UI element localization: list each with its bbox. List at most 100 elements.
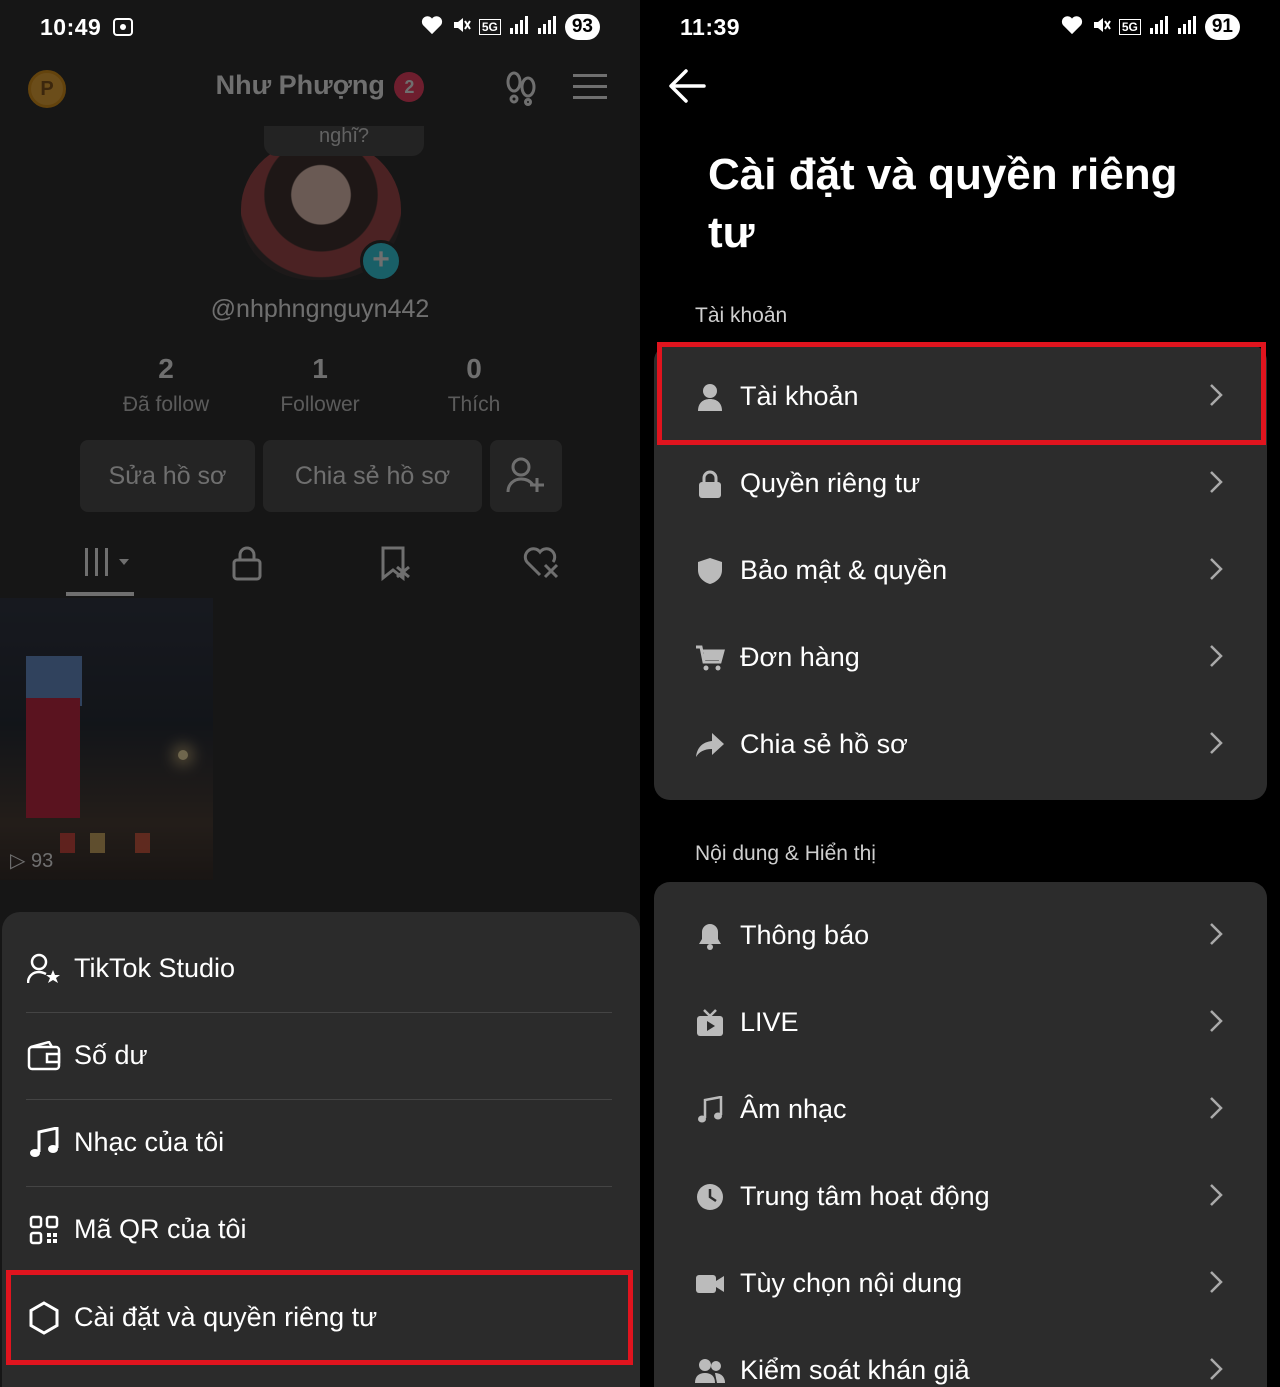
menu-item-my-qr-code[interactable]: Mã QR của tôi — [26, 1186, 612, 1273]
menu-item-label: Nhạc của tôi — [74, 1127, 225, 1157]
menu-icon[interactable] — [573, 72, 607, 107]
content-settings-card: Thông báo LIVE Âm nhạc Trung tâm hoạt độ… — [654, 882, 1267, 1387]
tab-private-lock-icon[interactable] — [231, 545, 263, 586]
chevron-right-icon — [1209, 1270, 1223, 1299]
chevron-right-icon — [1209, 557, 1223, 586]
view-count: ▷ 93 — [10, 848, 53, 873]
street-lamp — [178, 750, 188, 760]
settings-row-label: Chia sẻ hồ sơ — [740, 729, 908, 759]
footprints-icon[interactable] — [503, 70, 539, 111]
status-time: 11:39 — [680, 14, 741, 40]
settings-row-audience-controls[interactable]: Kiểm soát khán giả — [654, 1327, 1267, 1387]
stat-label: Thích — [447, 393, 501, 416]
active-tab-indicator — [66, 592, 134, 596]
settings-row-share-profile[interactable]: Chia sẻ hồ sơ — [654, 701, 1267, 788]
chevron-right-icon — [1209, 731, 1223, 760]
profile-name-text: Như Phượng — [215, 70, 385, 100]
5g-icon: 5G — [1118, 19, 1141, 35]
back-arrow-icon[interactable] — [668, 68, 706, 109]
settings-row-label: Đơn hàng — [740, 642, 860, 672]
page-title: Cài đặt và quyền riêng tư — [708, 150, 1178, 257]
music-note-icon — [695, 1095, 725, 1125]
signal-icon — [1149, 15, 1169, 39]
add-friend-button[interactable] — [490, 440, 562, 512]
add-story-button[interactable]: + — [360, 240, 402, 282]
menu-item-tiktok-studio[interactable]: TikTok Studio — [26, 925, 612, 1012]
battery-level: 91 — [1204, 14, 1240, 40]
menu-item-label: Số dư — [74, 1040, 148, 1070]
clock-icon — [695, 1182, 725, 1212]
status-bar: 11:39 5G 91 — [640, 0, 1280, 56]
stat-likes[interactable]: 0 Thích — [399, 353, 549, 417]
music-note-icon — [26, 1125, 62, 1161]
qr-code-icon — [26, 1212, 62, 1248]
settings-row-label: Tùy chọn nội dung — [740, 1268, 963, 1298]
settings-row-notifications[interactable]: Thông báo — [654, 892, 1267, 979]
settings-row-privacy[interactable]: Quyền riêng tư — [654, 440, 1267, 527]
share-profile-button[interactable]: Chia sẻ hồ sơ — [263, 440, 482, 512]
menu-item-label: Mã QR của tôi — [74, 1214, 247, 1244]
account-count-badge: 2 — [394, 71, 425, 102]
settings-row-label: Kiểm soát khán giả — [740, 1355, 970, 1385]
status-icons: 5G 91 — [1061, 14, 1240, 40]
signal-icon — [1177, 15, 1197, 39]
settings-row-label: LIVE — [740, 1007, 799, 1037]
settings-row-security[interactable]: Bảo mật & quyền — [654, 527, 1267, 614]
highlight-box-settings — [6, 1270, 633, 1365]
chevron-right-icon — [1209, 1096, 1223, 1125]
menu-item-balance[interactable]: Số dư — [26, 1012, 612, 1099]
view-count-number: 93 — [30, 850, 54, 872]
chevron-right-icon — [1209, 1009, 1223, 1038]
tab-videos-grid-icon[interactable] — [83, 545, 131, 584]
profile-screen: 10:49 5G 93 P Như Phượng 2 nghĩ? + @nhph… — [0, 0, 640, 1387]
chevron-right-icon — [1209, 470, 1223, 499]
heart-icon — [1061, 15, 1083, 40]
highlight-box-account — [657, 342, 1266, 445]
share-arrow-icon — [695, 730, 725, 760]
add-person-icon — [506, 457, 546, 500]
chevron-right-icon — [1209, 1183, 1223, 1212]
person-star-icon — [26, 951, 62, 987]
chevron-right-icon — [1209, 1357, 1223, 1386]
profile-name[interactable]: Như Phượng 2 — [0, 70, 640, 102]
username-handle: @nhphngnguyn442 — [210, 295, 430, 323]
chevron-right-icon — [1209, 644, 1223, 673]
play-icon: ▷ — [10, 850, 26, 872]
stat-label: Follower — [280, 393, 360, 416]
cart-icon — [695, 643, 725, 673]
tab-reposts-icon[interactable] — [379, 545, 413, 586]
stat-following[interactable]: 2 Đã follow — [91, 353, 241, 417]
stat-number: 1 — [312, 353, 328, 384]
edit-profile-button[interactable]: Sửa hồ sơ — [80, 440, 255, 512]
settings-screen: 11:39 5G 91 Cài đặt và quyền riêng tư Tà… — [640, 0, 1280, 1387]
bell-icon — [695, 921, 725, 951]
section-label-content-display: Nội dung & Hiển thị — [695, 842, 876, 865]
tab-liked-heart-icon[interactable] — [523, 545, 561, 584]
settings-row-orders[interactable]: Đơn hàng — [654, 614, 1267, 701]
lock-icon — [695, 469, 725, 499]
shield-icon — [695, 556, 725, 586]
settings-row-label: Quyền riêng tư — [740, 468, 921, 498]
settings-row-live[interactable]: LIVE — [654, 979, 1267, 1066]
settings-row-activity-center[interactable]: Trung tâm hoạt động — [654, 1153, 1267, 1240]
settings-row-content-preferences[interactable]: Tùy chọn nội dung — [654, 1240, 1267, 1327]
settings-row-music[interactable]: Âm nhạc — [654, 1066, 1267, 1153]
stat-number: 0 — [466, 353, 482, 384]
traffic-lights — [60, 833, 210, 853]
live-tv-icon — [695, 1008, 725, 1038]
menu-item-label: TikTok Studio — [74, 953, 236, 983]
flag-graphic — [26, 698, 80, 818]
settings-row-label: Thông báo — [740, 920, 870, 950]
people-icon — [695, 1356, 725, 1386]
profile-content: P Như Phượng 2 nghĩ? + @nhphngnguyn442 2… — [0, 0, 640, 912]
stat-followers[interactable]: 1 Follower — [245, 353, 395, 417]
video-thumbnail[interactable]: ▷ 93 — [0, 598, 213, 880]
section-label-account: Tài khoản — [695, 304, 788, 327]
chevron-right-icon — [1209, 922, 1223, 951]
wallet-icon — [26, 1038, 62, 1074]
stat-number: 2 — [158, 353, 174, 384]
menu-item-my-music[interactable]: Nhạc của tôi — [26, 1099, 612, 1186]
note-bubble[interactable]: nghĩ? — [264, 126, 424, 156]
video-camera-icon — [695, 1269, 725, 1299]
mute-icon — [1091, 15, 1111, 40]
